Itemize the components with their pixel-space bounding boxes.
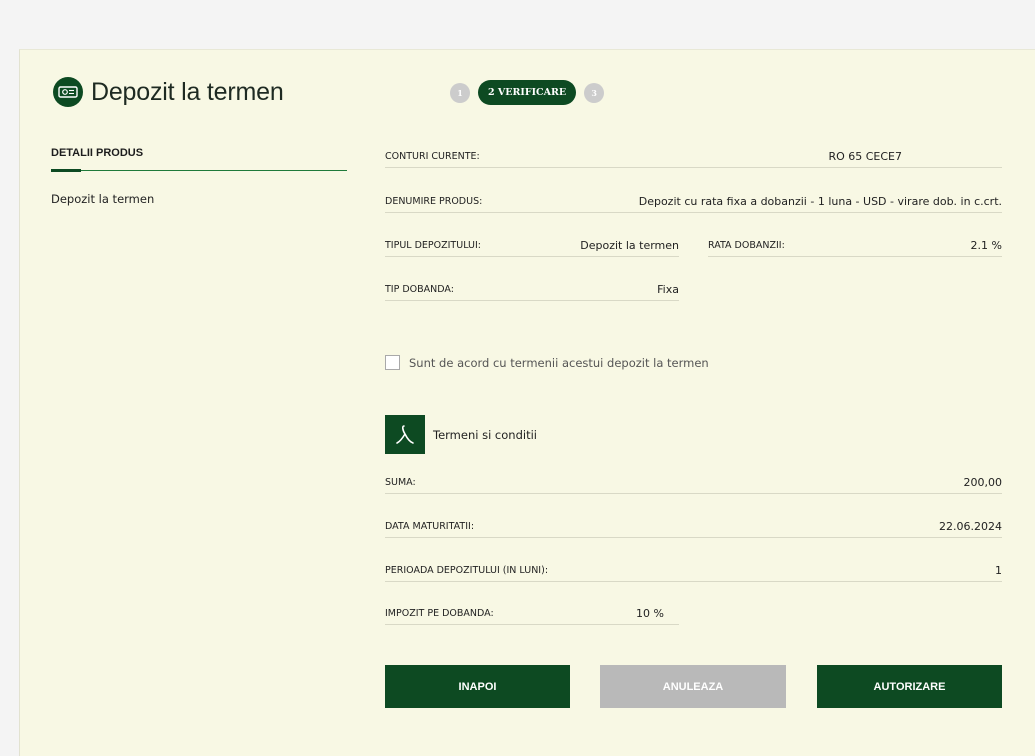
row-impozit: IMPOZIT PE DOBANDA: 10 %: [385, 602, 679, 625]
perioada-label: PERIOADA DEPOZITULUI (IN LUNI):: [385, 564, 549, 576]
row-denumire-produs: DENUMIRE PRODUS: Depozit cu rata fixa a …: [385, 190, 1002, 213]
stepper: 1 2 VERIFICARE 3: [450, 80, 605, 105]
data-maturitatii-value: 22.06.2024: [939, 519, 1002, 533]
tipul-depozitului-value: Depozit la termen: [580, 238, 679, 252]
row-suma: SUMA: 200,00: [385, 471, 1002, 494]
impozit-label: IMPOZIT PE DOBANDA:: [385, 607, 494, 619]
pdf-icon[interactable]: [385, 415, 425, 454]
row-data-maturitatii: DATA MATURITATII: 22.06.2024: [385, 515, 1002, 538]
tipul-depozitului-label: TIPUL DEPOZITULUI:: [385, 239, 481, 251]
terms-checkbox[interactable]: [385, 355, 400, 370]
step-3: 3: [584, 82, 605, 103]
row-tipul-depozitului: TIPUL DEPOZITULUI: Depozit la termen: [385, 234, 679, 257]
denumire-produs-value: Depozit cu rata fixa a dobanzii - 1 luna…: [638, 194, 1002, 208]
row-perioada: PERIOADA DEPOZITULUI (IN LUNI): 1: [385, 559, 1002, 582]
row-conturi-curente: CONTURI CURENTE: RO 65 CECE7: [385, 145, 1002, 168]
terms-link[interactable]: Termeni si conditii: [433, 428, 537, 442]
data-maturitatii-label: DATA MATURITATII:: [385, 520, 475, 532]
perioada-value: 1: [995, 563, 1002, 577]
tip-dobanda-value: Fixa: [657, 282, 679, 296]
impozit-value: 10 %: [636, 606, 664, 620]
conturi-curente-label: CONTURI CURENTE:: [385, 150, 480, 162]
step-2-active: 2 VERIFICARE: [478, 80, 577, 105]
terms-checkbox-label[interactable]: Sunt de acord cu termenii acestui depozi…: [409, 356, 709, 370]
terms-agreement: Sunt de acord cu termenii acestui depozi…: [385, 355, 709, 370]
sidebar: DETALII PRODUS Depozit la termen: [51, 147, 347, 206]
suma-value: 200,00: [963, 475, 1003, 489]
page-header: Depozit la termen: [53, 77, 284, 107]
tip-dobanda-label: TIP DOBANDA:: [385, 283, 454, 295]
suma-label: SUMA:: [385, 476, 416, 488]
terms-document: Termeni si conditii: [385, 415, 537, 454]
row-rata-dobanzii: RATA DOBANZII: 2.1 %: [708, 234, 1002, 257]
back-button[interactable]: INAPOI: [385, 665, 570, 708]
conturi-curente-value: RO 65 CECE7: [828, 149, 902, 163]
sidebar-heading: DETALII PRODUS: [51, 147, 347, 172]
page-title: Depozit la termen: [91, 77, 284, 106]
deposit-icon: [53, 77, 83, 107]
cancel-button[interactable]: ANULEAZA: [600, 665, 786, 708]
sidebar-item-depozit[interactable]: Depozit la termen: [51, 192, 347, 206]
denumire-produs-label: DENUMIRE PRODUS:: [385, 195, 483, 207]
rata-dobanzii-value: 2.1 %: [970, 238, 1002, 252]
deposit-panel: Depozit la termen 1 2 VERIFICARE 3 DETAL…: [19, 49, 1035, 756]
authorize-button[interactable]: AUTORIZARE: [817, 665, 1002, 708]
step-1: 1: [450, 82, 470, 103]
rata-dobanzii-label: RATA DOBANZII:: [708, 239, 785, 251]
row-tip-dobanda: TIP DOBANDA: Fixa: [385, 278, 679, 301]
